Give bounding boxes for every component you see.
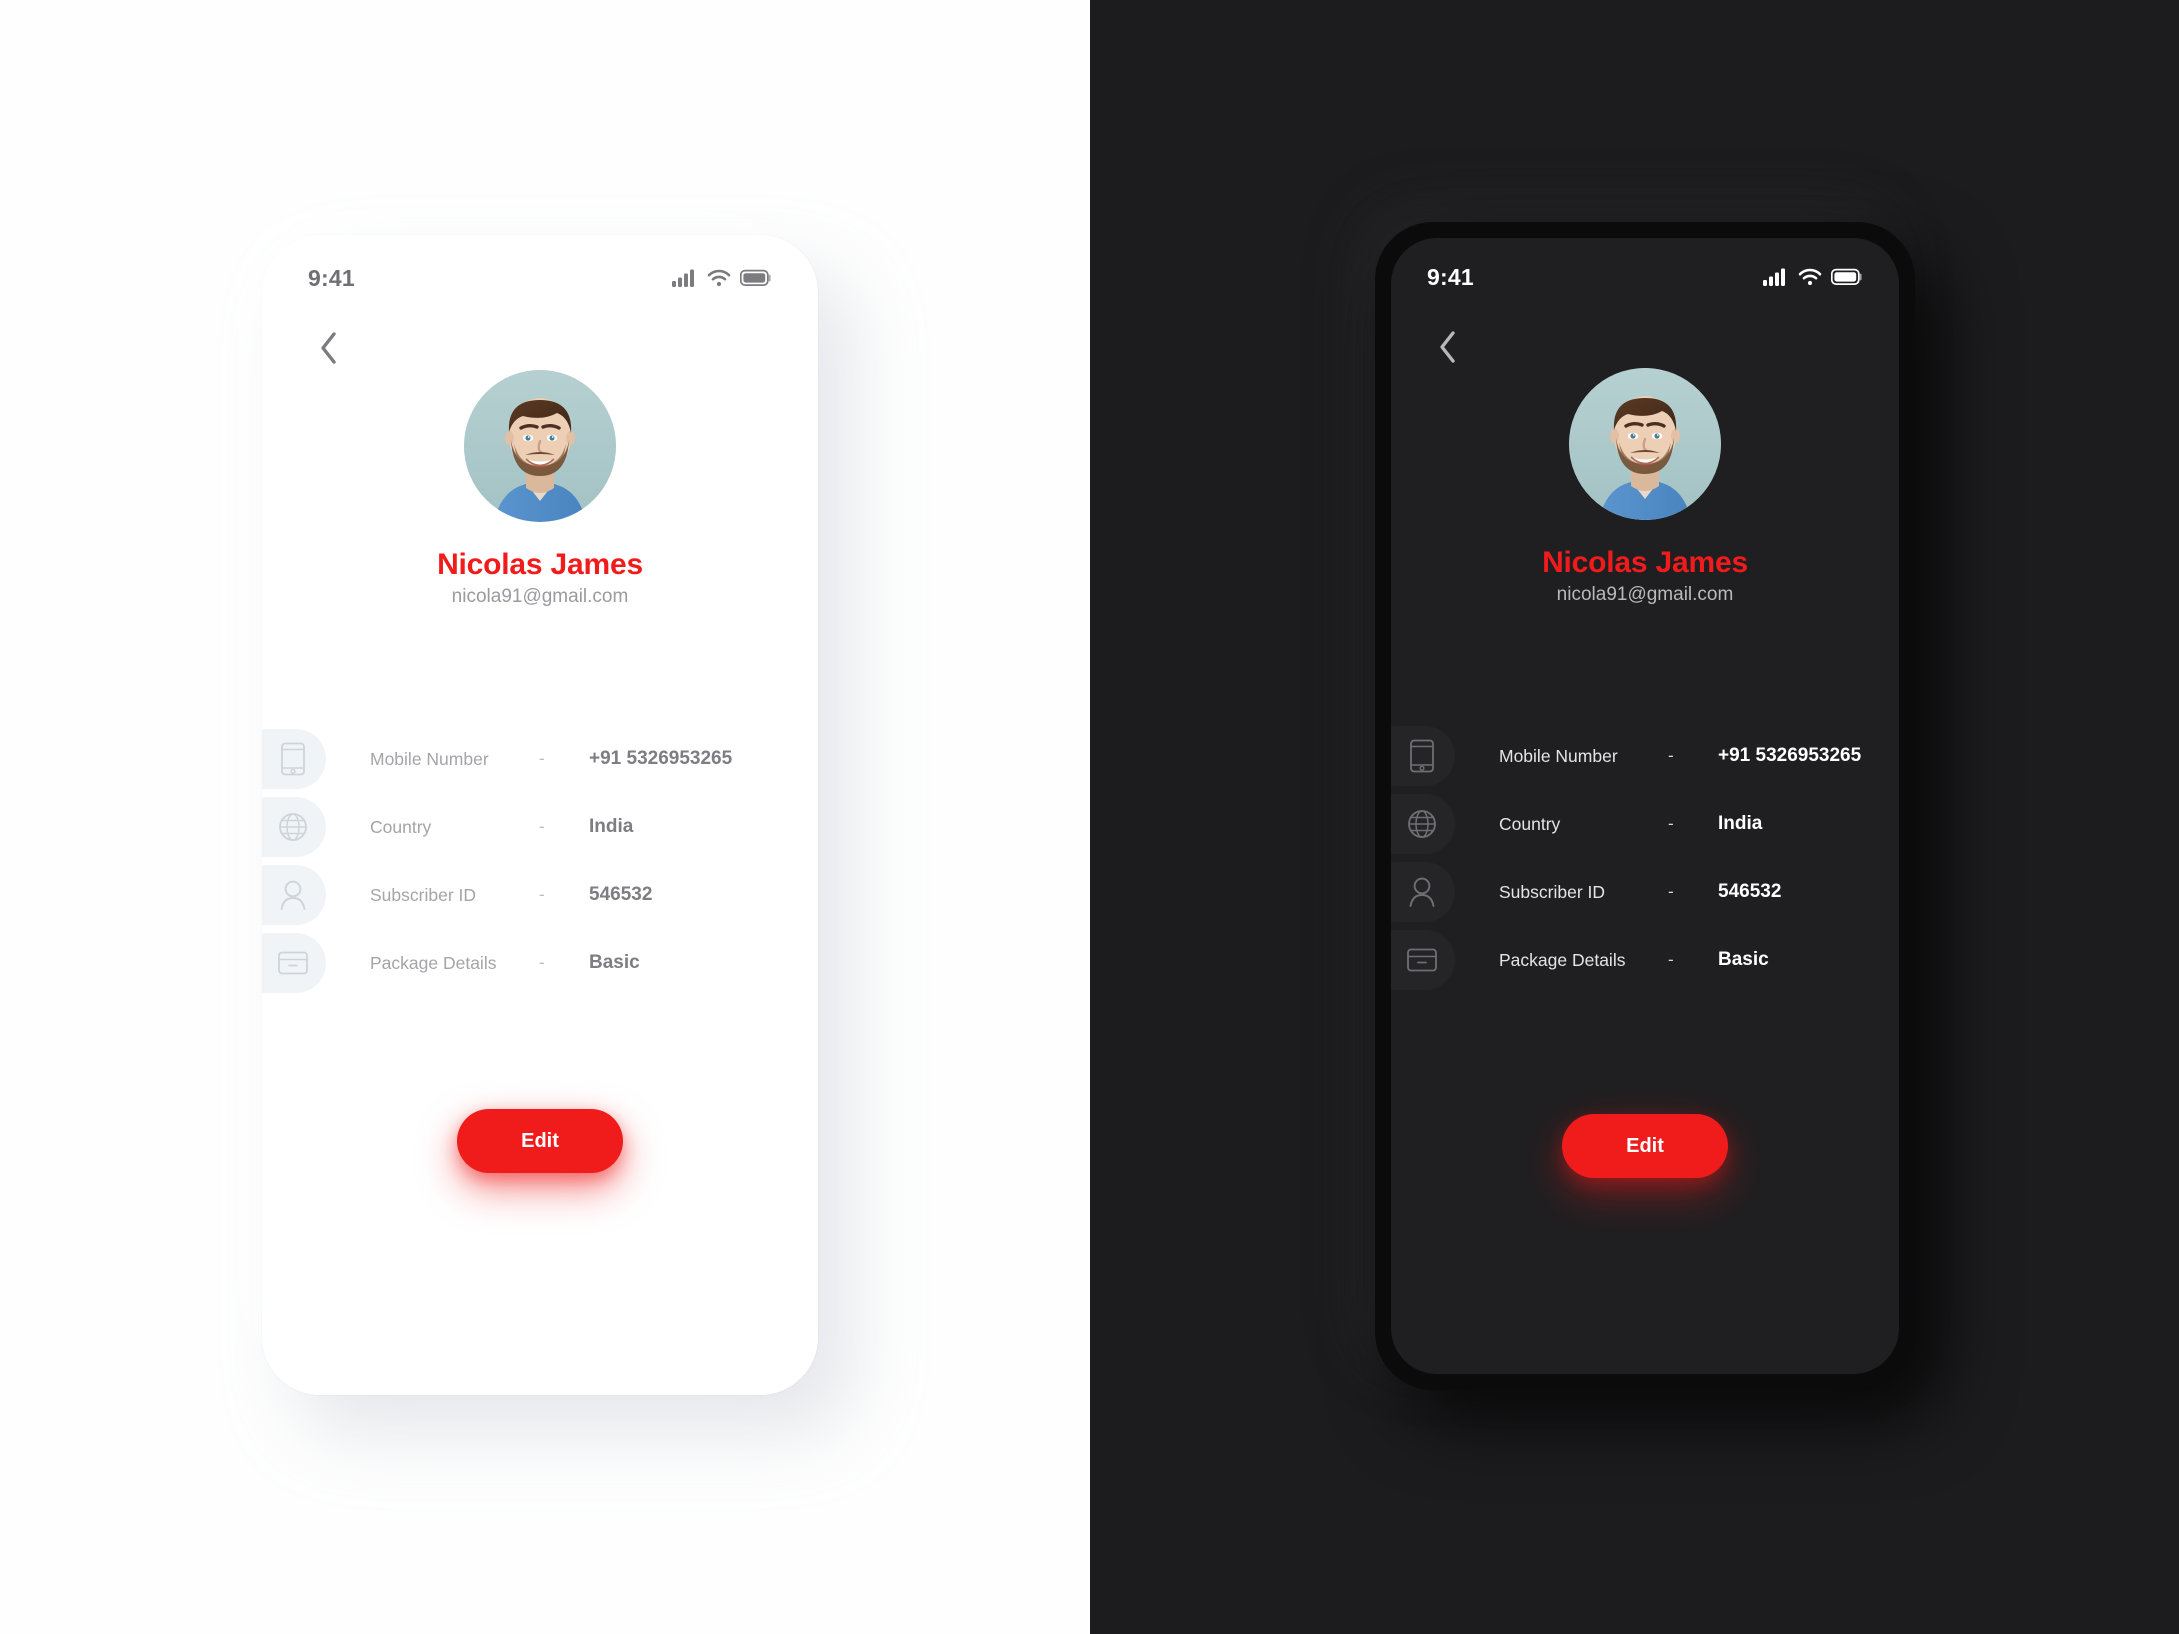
wifi-icon (707, 269, 731, 287)
mobile-phone-icon (281, 742, 305, 776)
detail-separator: - (1668, 746, 1674, 765)
avatar[interactable] (464, 370, 616, 522)
mobile-phone-icon (1410, 739, 1434, 773)
detail-value: +91 5326953265 (1718, 745, 1862, 766)
screen-dark: 9:41 Nicolas James nicola91@gmail.com Mo… (1391, 238, 1899, 1374)
edit-button[interactable]: Edit (457, 1109, 623, 1173)
detail-row[interactable]: Subscriber ID - 546532 (262, 861, 818, 929)
status-bar: 9:41 (1391, 260, 1899, 294)
detail-separator: - (539, 817, 545, 836)
cellular-signal-icon (672, 269, 694, 287)
chevron-left-icon (1440, 331, 1455, 363)
phone-mockup-dark: 9:41 Nicolas James nicola91@gmail.com Mo… (1375, 222, 1915, 1390)
status-time: 9:41 (1427, 263, 1474, 290)
detail-label: Mobile Number (1499, 745, 1618, 766)
detail-separator: - (539, 885, 545, 904)
action-area: Edit (262, 1109, 818, 1173)
detail-label: Mobile Number (370, 748, 489, 769)
detail-value: 546532 (589, 884, 653, 905)
cellular-signal-icon (1763, 268, 1785, 286)
package-box-icon (1407, 948, 1437, 972)
avatar-photo (1569, 368, 1721, 520)
detail-icon-badge (262, 797, 326, 857)
detail-label: Package Details (370, 952, 497, 973)
detail-row[interactable]: Mobile Number - +91 5326953265 (262, 725, 818, 793)
detail-icon-badge (1391, 862, 1455, 922)
detail-row[interactable]: Country - India (1391, 790, 1899, 858)
phone-mockup-light: 9:41 Nicolas James nicola91@gmail.com Mo… (262, 235, 818, 1395)
detail-value: Basic (589, 952, 640, 973)
profile-name: Nicolas James (1542, 546, 1748, 579)
avatar-photo (464, 370, 616, 522)
detail-value: Basic (1718, 949, 1769, 970)
globe-icon (279, 813, 307, 841)
action-area: Edit (1391, 1114, 1899, 1178)
detail-value: +91 5326953265 (589, 748, 733, 769)
profile-email: nicola91@gmail.com (1556, 584, 1734, 605)
avatar-container (1391, 368, 1899, 520)
detail-separator: - (1668, 882, 1674, 901)
detail-label: Country (1499, 813, 1561, 834)
back-button[interactable] (308, 327, 350, 369)
identity-block: Nicolas James nicola91@gmail.com (262, 548, 818, 608)
status-bar: 9:41 (262, 261, 818, 295)
status-icons (1763, 268, 1863, 286)
status-time: 9:41 (308, 264, 355, 291)
profile-email: nicola91@gmail.com (451, 586, 629, 607)
identity-block: Nicolas James nicola91@gmail.com (1391, 546, 1899, 606)
detail-label: Subscriber ID (370, 884, 477, 905)
detail-list: Mobile Number - +91 5326953265 Country - (1391, 722, 1899, 994)
detail-row[interactable]: Mobile Number - +91 5326953265 (1391, 722, 1899, 790)
globe-icon (1408, 810, 1436, 838)
chevron-left-icon (321, 332, 336, 364)
avatar-container (262, 370, 818, 522)
profile-name: Nicolas James (437, 548, 643, 581)
detail-row[interactable]: Package Details - Basic (1391, 926, 1899, 994)
battery-icon (740, 269, 771, 286)
detail-icon-badge (262, 729, 326, 789)
detail-separator: - (539, 953, 545, 972)
package-box-icon (278, 951, 308, 975)
detail-label: Subscriber ID (1499, 881, 1606, 902)
detail-list: Mobile Number - +91 5326953265 Country - (262, 725, 818, 997)
user-icon (280, 880, 306, 910)
detail-value: India (589, 816, 634, 837)
detail-row[interactable]: Country - India (262, 793, 818, 861)
detail-separator: - (1668, 950, 1674, 969)
screen-light: 9:41 Nicolas James nicola91@gmail.com Mo… (262, 235, 818, 1395)
design-canvas: 9:41 Nicolas James nicola91@gmail.com Mo… (0, 0, 2179, 1634)
back-button[interactable] (1427, 326, 1469, 368)
detail-row[interactable]: Package Details - Basic (262, 929, 818, 997)
detail-row[interactable]: Subscriber ID - 546532 (1391, 858, 1899, 926)
detail-icon-badge (1391, 794, 1455, 854)
user-icon (1409, 877, 1435, 907)
detail-label: Country (370, 816, 432, 837)
detail-icon-badge (262, 865, 326, 925)
detail-separator: - (1668, 814, 1674, 833)
detail-value: India (1718, 813, 1763, 834)
detail-value: 546532 (1718, 881, 1782, 902)
detail-icon-badge (1391, 726, 1455, 786)
edit-button[interactable]: Edit (1562, 1114, 1728, 1178)
status-icons (672, 269, 772, 287)
detail-icon-badge (1391, 930, 1455, 990)
battery-icon (1831, 268, 1862, 285)
avatar[interactable] (1569, 368, 1721, 520)
wifi-icon (1798, 268, 1822, 286)
detail-label: Package Details (1499, 949, 1626, 970)
detail-icon-badge (262, 933, 326, 993)
detail-separator: - (539, 749, 545, 768)
